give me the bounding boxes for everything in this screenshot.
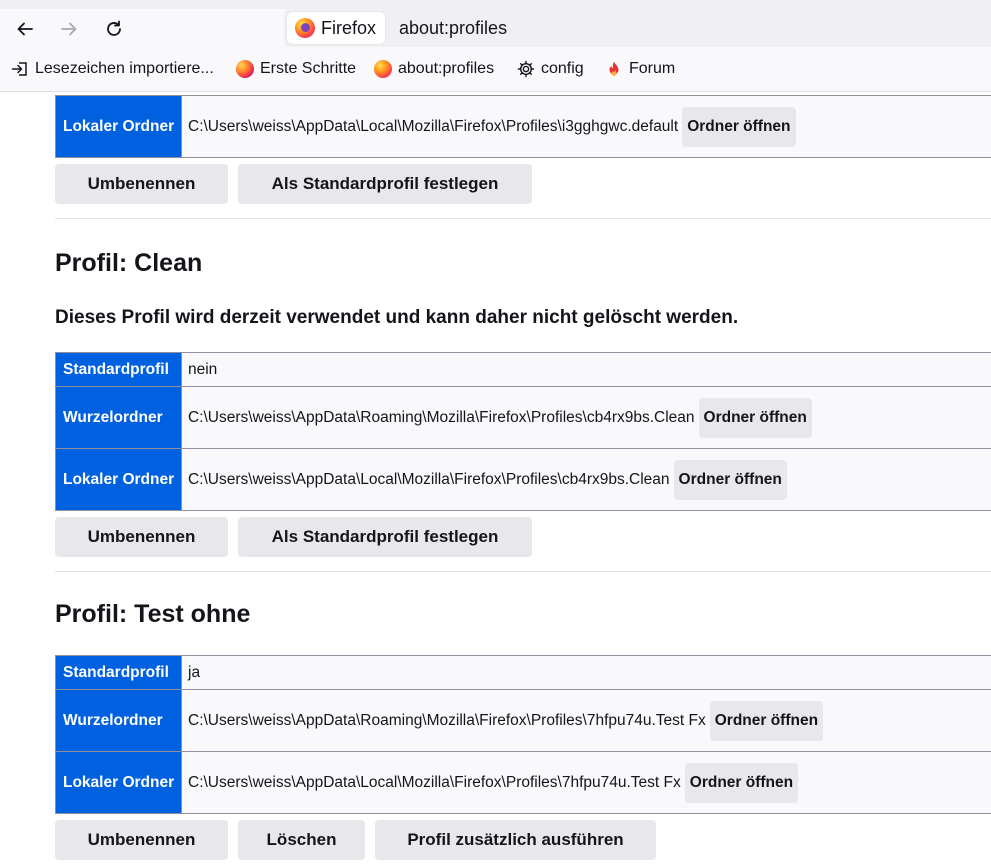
rename-button[interactable]: Umbenennen: [55, 517, 228, 557]
gear-icon: [517, 60, 535, 78]
bookmark-label: Forum: [629, 60, 676, 77]
root-folder-header: Wurzelordner: [55, 386, 182, 449]
profile-table: Standardprofil ja Wurzelordner C:\Users\…: [55, 655, 991, 814]
profile-title: Profil: Clean: [55, 249, 203, 277]
bookmark-label: Erste Schritte: [260, 60, 357, 77]
default-profile-header: Standardprofil: [55, 352, 182, 387]
forward-button[interactable]: [53, 13, 85, 45]
profile-title: Profil: Test ohne: [55, 600, 251, 628]
open-folder-button[interactable]: Ordner öffnen: [673, 459, 787, 500]
firefox-icon: [295, 18, 315, 38]
reload-button[interactable]: [98, 13, 130, 45]
bookmark-forum[interactable]: Forum: [605, 60, 675, 78]
local-folder-path: C:\Users\weiss\AppData\Local\Mozilla\Fir…: [188, 470, 670, 488]
profile-divider: [55, 571, 991, 572]
bookmark-label: about:profiles: [398, 60, 495, 77]
root-folder-path: C:\Users\weiss\AppData\Roaming\Mozilla\F…: [188, 408, 695, 426]
rename-button[interactable]: Umbenennen: [55, 820, 228, 860]
default-profile-header: Standardprofil: [55, 655, 182, 690]
arrow-left-icon: [17, 22, 33, 36]
profile-in-use-note: Dieses Profil wird derzeit verwendet und…: [55, 307, 739, 328]
local-folder-cell: C:\Users\weiss\AppData\Local\Mozilla\Fir…: [181, 751, 991, 814]
local-folder-header: Lokaler Ordner: [55, 448, 182, 511]
bookmark-config[interactable]: config: [517, 60, 584, 78]
local-folder-path: C:\Users\weiss\AppData\Local\Mozilla\Fir…: [188, 117, 679, 135]
default-profile-value: nein: [181, 352, 991, 387]
table-row: Wurzelordner C:\Users\weiss\AppData\Roam…: [55, 386, 991, 449]
open-folder-button[interactable]: Ordner öffnen: [698, 397, 812, 438]
bookmarks-toolbar: Lesezeichen importiere... Erste Schritte…: [0, 49, 991, 92]
root-folder-cell: C:\Users\weiss\AppData\Roaming\Mozilla\F…: [181, 386, 991, 449]
identity-label: Firefox: [321, 17, 377, 38]
table-row: Standardprofil nein: [55, 352, 991, 387]
window-top-strip: [0, 0, 991, 9]
profile-table: Lokaler Ordner C:\Users\weiss\AppData\Lo…: [55, 95, 991, 158]
bookmark-about-profiles[interactable]: about:profiles: [374, 60, 494, 78]
rename-button[interactable]: Umbenennen: [55, 164, 228, 204]
root-folder-cell: C:\Users\weiss\AppData\Roaming\Mozilla\F…: [181, 689, 991, 752]
bookmark-label: Lesezeichen importiere...: [35, 60, 214, 77]
set-default-button[interactable]: Als Standardprofil festlegen: [238, 164, 532, 204]
url-bar[interactable]: Firefox about:profiles: [284, 9, 991, 47]
local-folder-cell: C:\Users\weiss\AppData\Local\Mozilla\Fir…: [181, 95, 991, 158]
root-folder-header: Wurzelordner: [55, 689, 182, 752]
delete-button[interactable]: Löschen: [238, 820, 365, 860]
local-folder-cell: C:\Users\weiss\AppData\Local\Mozilla\Fir…: [181, 448, 991, 511]
table-row: Lokaler Ordner C:\Users\weiss\AppData\Lo…: [55, 448, 991, 511]
local-folder-header: Lokaler Ordner: [55, 751, 182, 814]
bookmark-erste-schritte[interactable]: Erste Schritte: [236, 60, 356, 78]
local-folder-path: C:\Users\weiss\AppData\Local\Mozilla\Fir…: [188, 773, 681, 791]
table-row: Wurzelordner C:\Users\weiss\AppData\Roam…: [55, 689, 991, 752]
local-folder-header: Lokaler Ordner: [55, 95, 182, 158]
launch-profile-button[interactable]: Profil zusätzlich ausführen: [375, 820, 656, 860]
profile-divider: [55, 218, 991, 219]
open-folder-button[interactable]: Ordner öffnen: [709, 700, 824, 741]
open-folder-button[interactable]: Ordner öffnen: [682, 106, 796, 147]
table-row: Standardprofil ja: [55, 655, 991, 690]
firefox-icon: [374, 60, 392, 78]
back-button[interactable]: [9, 13, 41, 45]
root-folder-path: C:\Users\weiss\AppData\Roaming\Mozilla\F…: [188, 711, 706, 729]
url-text[interactable]: about:profiles: [399, 18, 507, 39]
table-row: Lokaler Ordner C:\Users\weiss\AppData\Lo…: [55, 751, 991, 814]
arrow-right-icon: [61, 22, 77, 36]
identity-box[interactable]: Firefox: [287, 12, 386, 44]
bookmark-label: config: [541, 60, 584, 77]
navigation-toolbar: Firefox about:profiles: [0, 9, 991, 49]
table-row: Lokaler Ordner C:\Users\weiss\AppData\Lo…: [55, 95, 991, 158]
import-icon: [11, 60, 29, 78]
reload-icon: [107, 20, 121, 36]
firefox-icon: [236, 60, 254, 78]
about-profiles-page: Lokaler Ordner C:\Users\weiss\AppData\Lo…: [0, 92, 991, 865]
set-default-button[interactable]: Als Standardprofil festlegen: [238, 517, 532, 557]
default-profile-value: ja: [181, 655, 991, 690]
open-folder-button[interactable]: Ordner öffnen: [684, 762, 799, 803]
flame-icon: [605, 60, 623, 78]
profile-table: Standardprofil nein Wurzelordner C:\User…: [55, 352, 991, 511]
bookmark-import[interactable]: Lesezeichen importiere...: [11, 60, 214, 78]
